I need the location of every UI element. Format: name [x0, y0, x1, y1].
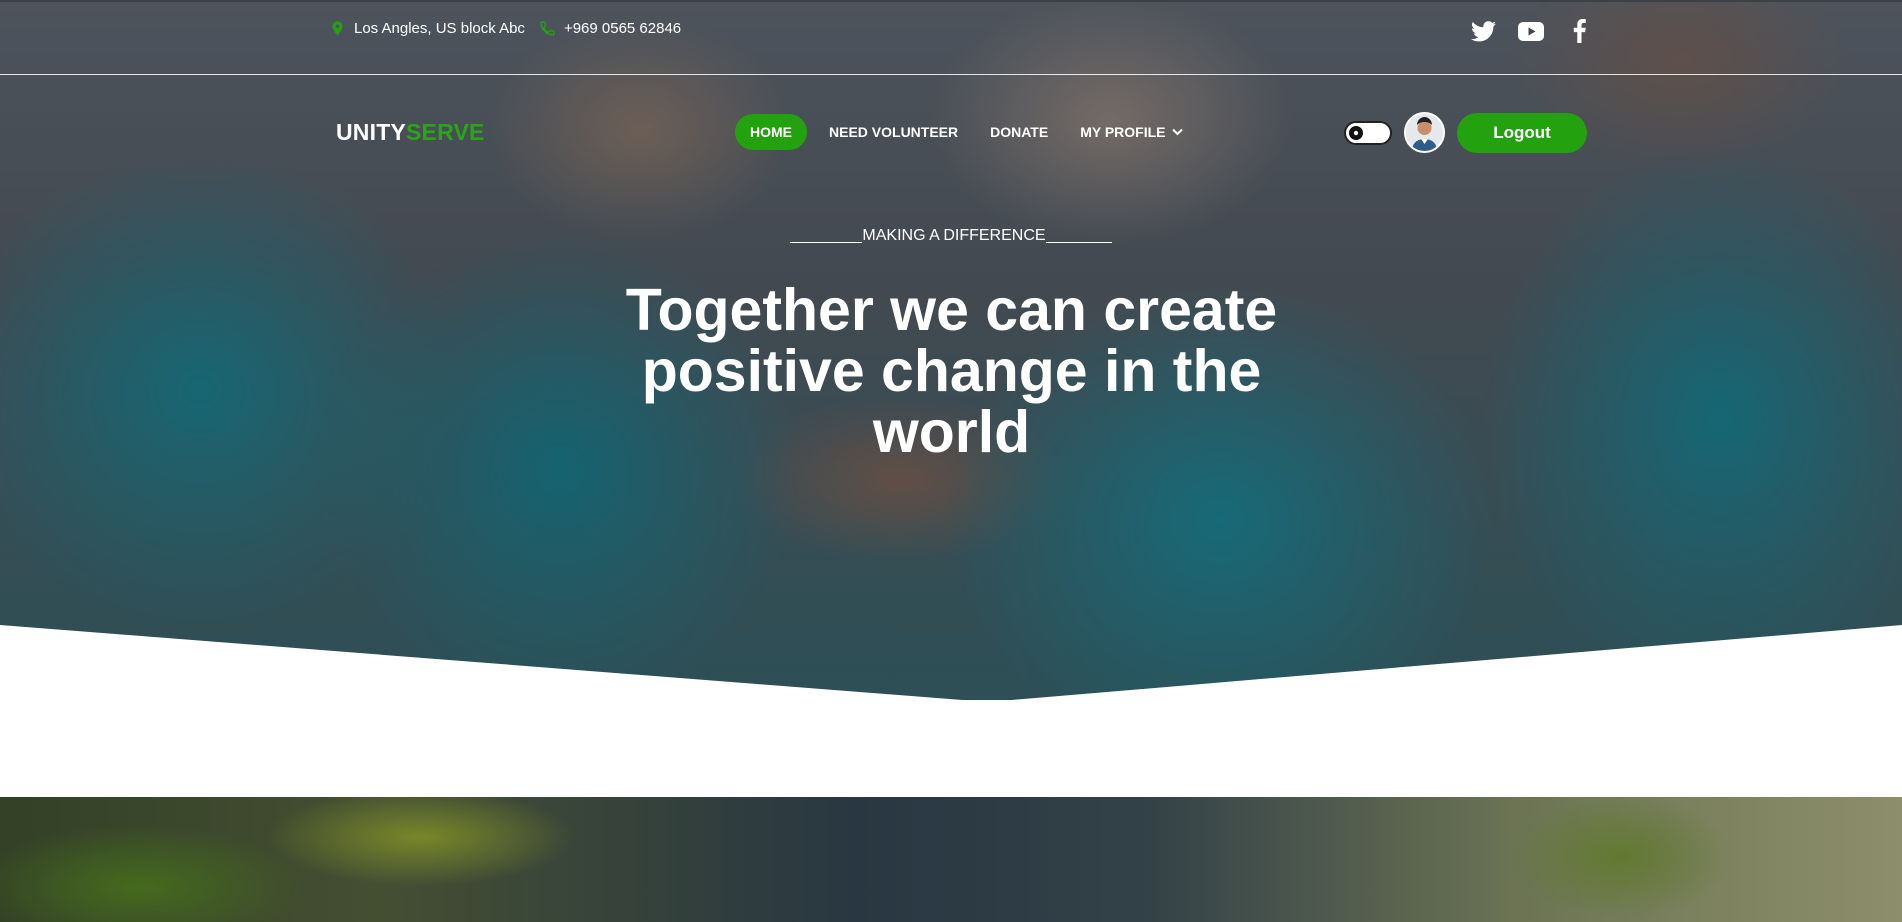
next-section-overlay	[0, 797, 1902, 922]
hero-angled-divider	[0, 625, 1902, 700]
next-section-image	[0, 797, 1902, 922]
hero-section: Los Angles, US block Abc +969 0565 62846…	[0, 0, 1902, 700]
